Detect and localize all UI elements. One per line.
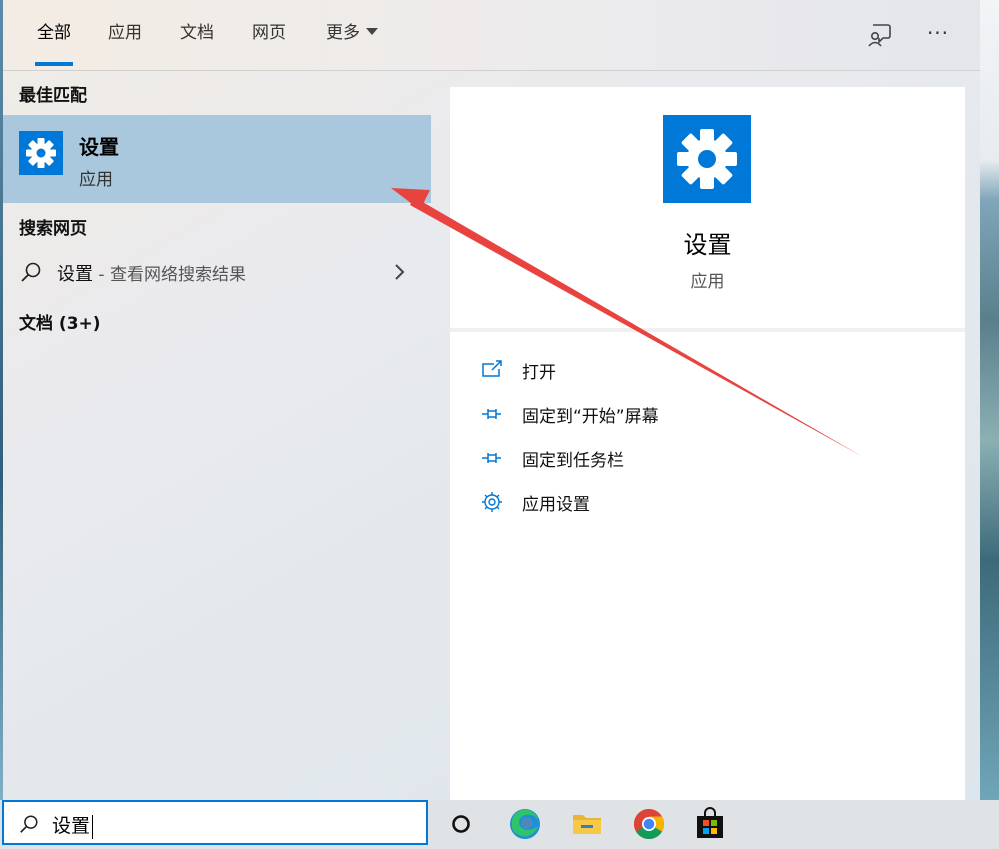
folder-icon [573,815,601,834]
web-query-suffix: - 查看网络搜索结果 [93,265,246,285]
store-taskbar-button[interactable] [692,806,728,842]
store-icon [697,807,723,838]
taskbar-search-box[interactable]: 设置 [2,800,428,845]
ellipsis-icon: ··· [926,21,950,45]
open-icon [482,360,502,377]
taskbar: 设置 [0,800,999,849]
tab-apps[interactable]: 应用 [99,0,151,70]
tab-more[interactable]: 更多 [315,0,389,70]
open-action[interactable]: 打开 [480,352,940,388]
result-detail-pane: 设置 应用 打开 固定到“开始”屏幕 固定到任务栏 应用设置 [450,87,965,800]
tab-all[interactable]: 全部 [21,0,87,70]
search-results-list: 最佳匹配 设置 应用 搜索网页 设置 - 查看网络搜索结果 文档 (3+) [3,71,431,800]
cortana-button[interactable] [443,806,479,842]
web-suggestion-text: 设置 - 查看网络搜索结果 [57,260,246,286]
edge-taskbar-button[interactable] [507,806,543,842]
best-match-header: 最佳匹配 [19,86,87,106]
detail-subtitle: 应用 [690,272,725,292]
search-input[interactable]: 设置 [52,811,94,839]
edge-icon [510,809,540,839]
search-icon [20,815,38,833]
pin-icon [482,409,501,419]
pin-to-taskbar-action[interactable]: 固定到任务栏 [480,440,940,476]
feedback-button[interactable] [864,20,894,50]
search-scope-tabs: 全部 应用 文档 网页 更多 ··· [3,0,980,71]
tab-documents[interactable]: 文档 [171,0,223,70]
gear-icon [482,492,502,512]
result-title: 设置 [79,135,119,159]
active-tab-indicator [35,62,73,66]
action-label: 固定到“开始”屏幕 [522,407,659,427]
app-settings-action[interactable]: 应用设置 [480,484,940,520]
action-label: 固定到任务栏 [522,451,624,471]
chevron-right-icon [395,264,405,280]
tab-label: 文档 [180,23,214,43]
desktop-background-right [980,0,999,800]
best-match-settings-item[interactable]: 设置 应用 [3,115,431,203]
chrome-taskbar-button[interactable] [631,806,667,842]
more-options-button[interactable]: ··· [923,20,953,50]
search-flyout: 全部 应用 文档 网页 更多 ··· 最佳匹配 设置 应用 搜索网页 设置 - … [3,0,980,800]
search-input-value: 设置 [52,815,91,837]
cortana-circle-icon [452,815,470,833]
web-search-header: 搜索网页 [19,219,87,239]
search-icon [21,262,41,282]
gear-icon [663,115,751,203]
pin-to-start-action[interactable]: 固定到“开始”屏幕 [480,396,940,432]
documents-header: 文档 (3+) [19,314,101,334]
result-subtitle: 应用 [79,170,113,190]
action-label: 打开 [522,363,556,383]
feedback-icon [868,24,891,47]
pin-icon [482,453,501,463]
tab-label: 更多 [326,23,360,43]
text-caret [92,814,94,839]
chrome-icon [633,809,665,840]
tab-label: 全部 [37,23,71,43]
tab-label: 网页 [252,23,286,43]
web-search-suggestion[interactable]: 设置 - 查看网络搜索结果 [3,251,431,293]
action-label: 应用设置 [522,495,590,515]
tab-web[interactable]: 网页 [243,0,295,70]
chevron-down-icon [366,27,378,35]
file-explorer-taskbar-button[interactable] [569,806,605,842]
divider [450,328,965,332]
tab-label: 应用 [108,23,142,43]
web-query: 设置 [57,264,93,285]
gear-icon [19,131,63,175]
detail-title: 设置 [683,231,732,259]
